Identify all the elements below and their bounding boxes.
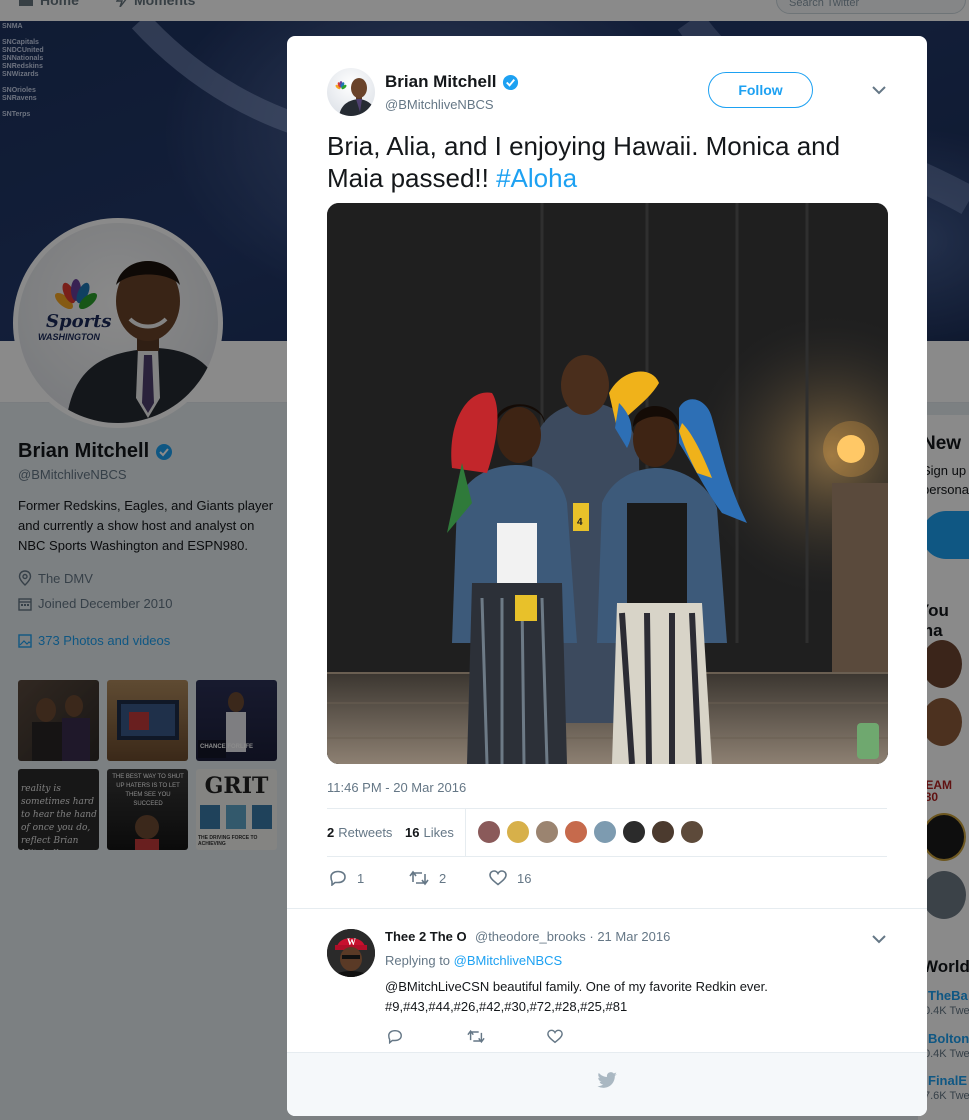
tweet-timestamp[interactable]: 11:46 PM - 20 Mar 2016 <box>327 780 466 795</box>
like-button[interactable]: 16 <box>489 870 531 886</box>
likes-count: 16 <box>405 825 420 840</box>
verified-badge-icon <box>503 74 519 90</box>
twitter-bird-icon <box>597 1072 617 1088</box>
tweet-actions: 1 2 16 <box>327 870 627 892</box>
tweet-author-name[interactable]: Brian Mitchell <box>385 72 496 92</box>
retweet-icon[interactable] <box>467 1029 485 1044</box>
tweet-photo[interactable]: 4 <box>327 203 888 764</box>
retweets-count: 2 <box>327 825 335 840</box>
tweet-author-name-row: Brian Mitchell <box>385 72 519 92</box>
reply-count: 1 <box>357 870 365 886</box>
stats-divider <box>465 809 466 857</box>
reply-text: @BMitchLiveCSN beautiful family. One of … <box>385 979 768 1014</box>
reply-icon[interactable] <box>387 1029 403 1044</box>
retweet-count: 2 <box>439 870 447 886</box>
lanyard-badge-text: 4 <box>577 517 583 528</box>
reply-button[interactable]: 1 <box>329 870 364 886</box>
reply-icon <box>330 870 346 886</box>
tweet-photo-image: 4 <box>327 203 888 764</box>
liker-avatar[interactable] <box>564 820 588 844</box>
reply-author-name[interactable]: Thee 2 The O <box>385 929 467 944</box>
tweet-author-handle[interactable]: @BMitchliveNBCS <box>385 97 494 112</box>
chevron-down-icon[interactable] <box>871 84 887 96</box>
reply-tweet[interactable]: W Thee 2 The O @theodore_brooks · 21 Mar… <box>327 929 887 1049</box>
reply-author-handle[interactable]: @theodore_brooks · 21 Mar 2016 <box>475 929 670 944</box>
reply-author-avatar[interactable]: W <box>327 929 375 977</box>
modal-footer <box>287 1052 927 1116</box>
likes-label: Likes <box>423 825 454 840</box>
retweet-button[interactable]: 2 <box>409 870 446 886</box>
liker-avatar[interactable] <box>593 820 617 844</box>
retweets-label: Retweets <box>338 825 393 840</box>
replies-divider <box>287 908 927 918</box>
svg-text:W: W <box>347 937 356 947</box>
heart-icon <box>489 870 507 886</box>
liker-avatar[interactable] <box>535 820 559 844</box>
peacock-logo-icon <box>335 81 347 90</box>
tweet-modal: Brian Mitchell @BMitchliveNBCS Follow Br… <box>287 36 927 1116</box>
replying-to-handle[interactable]: @BMitchliveNBCS <box>454 953 563 968</box>
replying-to: Replying to @BMitchliveNBCS <box>385 953 562 968</box>
replying-to-label: Replying to <box>385 953 454 968</box>
avatar-portrait <box>335 78 375 116</box>
retweets-stat[interactable]: 2 Retweets <box>327 825 392 840</box>
hashtag-link[interactable]: #Aloha <box>496 163 577 193</box>
tweet-author-avatar[interactable] <box>327 68 375 116</box>
chevron-down-icon[interactable] <box>871 933 887 945</box>
liker-avatar[interactable] <box>622 820 646 844</box>
reply-actions <box>385 1029 585 1047</box>
liker-avatar[interactable] <box>506 820 530 844</box>
retweet-icon <box>409 870 429 886</box>
like-count: 16 <box>517 870 532 886</box>
likes-stat[interactable]: 16 Likes <box>405 825 454 840</box>
liker-avatar[interactable] <box>680 820 704 844</box>
avatar-portrait: W <box>327 929 375 977</box>
tweet-text: Bria, Alia, and I enjoying Hawaii. Monic… <box>327 130 892 194</box>
follow-button[interactable]: Follow <box>708 72 813 108</box>
tweet-text-body: Bria, Alia, and I enjoying Hawaii. Monic… <box>327 131 841 193</box>
liker-avatar[interactable] <box>651 820 675 844</box>
tweet-stats: 2 Retweets 16 Likes <box>327 808 887 857</box>
liker-avatar[interactable] <box>477 820 501 844</box>
likers-avatars <box>477 820 704 844</box>
heart-icon[interactable] <box>547 1029 563 1044</box>
